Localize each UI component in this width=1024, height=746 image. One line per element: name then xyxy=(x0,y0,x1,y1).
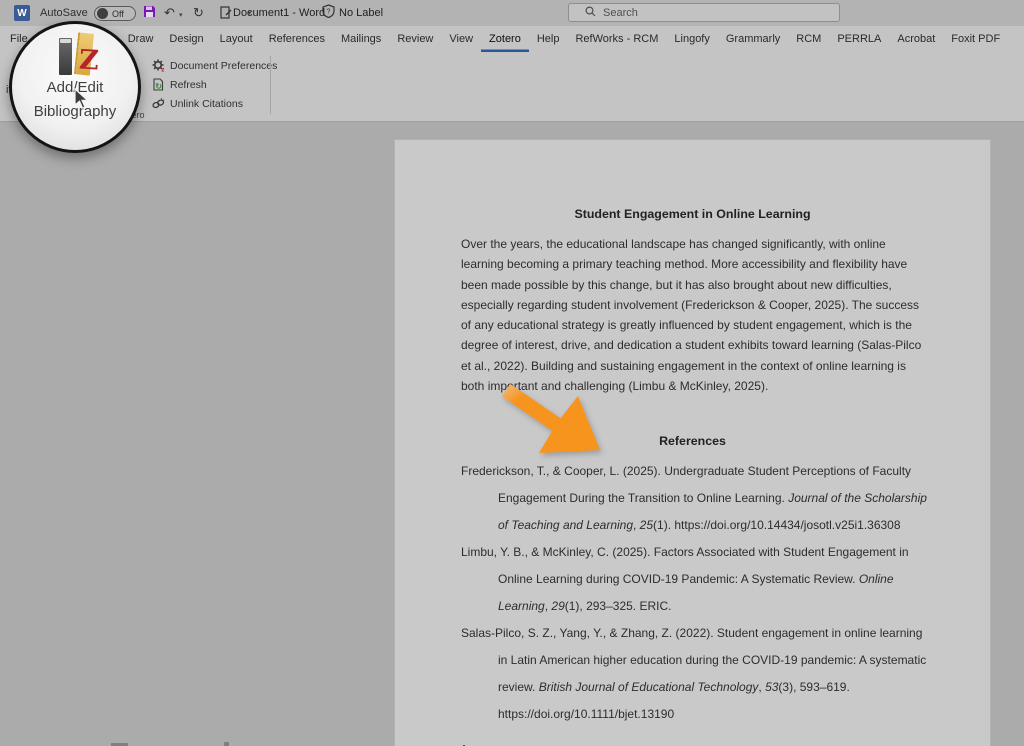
tab-rcm[interactable]: RCM xyxy=(788,26,829,52)
tab-mailings[interactable]: Mailings xyxy=(333,26,389,52)
undo-dropdown-icon[interactable]: ▾ xyxy=(179,11,183,19)
tab-zotero[interactable]: Zotero xyxy=(481,26,529,52)
tab-acrobat[interactable]: Acrobat xyxy=(889,26,943,52)
autosave-label: AutoSave xyxy=(40,7,88,19)
body-paragraph: Over the years, the educational landscap… xyxy=(461,234,931,396)
mouse-cursor-icon xyxy=(74,88,90,115)
sensitivity-label: No Label xyxy=(339,7,383,19)
tab-foxit-pdf[interactable]: Foxit PDF xyxy=(943,26,1008,52)
zotero-item-label: Unlink Citations xyxy=(170,98,243,110)
tab-refworks-rcm[interactable]: RefWorks - RCM xyxy=(567,26,666,52)
zotero-item-refresh[interactable]: ↻ Refresh xyxy=(152,75,277,94)
zotero-z-glyph: Z xyxy=(78,45,99,77)
search-icon xyxy=(585,4,596,22)
references-heading: References xyxy=(395,434,990,448)
tab-lingofy[interactable]: Lingofy xyxy=(666,26,717,52)
ribbon-body: it tero zDocument Preferences↻RefreshUnl… xyxy=(0,52,1024,122)
annotation-arrow xyxy=(494,380,612,464)
svg-text:↻: ↻ xyxy=(155,82,162,91)
title-bar: W AutoSave Off ↶ ▾ ↻ ▾ Document1 - Word … xyxy=(0,0,1024,26)
cropped-artifact xyxy=(224,742,229,746)
autosave-state: Off xyxy=(112,9,124,19)
document-title: Document1 - Word xyxy=(233,7,325,19)
redo-icon[interactable]: ↻ xyxy=(193,4,204,21)
search-placeholder: Search xyxy=(603,7,638,19)
document-canvas: Student Engagement in Online Learning Ov… xyxy=(0,123,1024,746)
tab-view[interactable]: View xyxy=(441,26,481,52)
ribbon-tab-row: FileDrawDesignLayoutReferencesMailingsRe… xyxy=(0,26,1024,52)
ribbon-group-divider xyxy=(270,56,271,114)
shield-icon: ? xyxy=(322,4,335,21)
zotero-ribbon-group: z Document Preferences ↻ Refresh Unlink Cita… xyxy=(152,56,277,113)
reference-entry: Frederickson, T., & Cooper, L. (2025). U… xyxy=(461,458,929,539)
svg-text:?: ? xyxy=(327,9,331,16)
reference-entry: Salas-Pilco, S. Z., Yang, Y., & Zhang, Z… xyxy=(461,620,929,728)
tab-review[interactable]: Review xyxy=(389,26,441,52)
word-app-icon: W xyxy=(14,5,30,21)
document-heading: Student Engagement in Online Learning xyxy=(395,207,990,221)
gear-z-icon: z xyxy=(152,59,165,72)
search-input[interactable]: Search xyxy=(568,3,840,22)
spotlight-circle: Z Add/Edit Bibliography xyxy=(9,21,141,153)
sensitivity-badge[interactable]: ? No Label xyxy=(322,4,383,21)
zotero-item-label: Document Preferences xyxy=(170,60,277,72)
reference-entry: Limbu, Y. B., & McKinley, C. (2025). Fac… xyxy=(461,539,929,620)
tab-perrla[interactable]: PERRLA xyxy=(829,26,889,52)
toggle-knob-icon xyxy=(97,8,108,19)
tab-grammarly[interactable]: Grammarly xyxy=(718,26,788,52)
svg-text:z: z xyxy=(161,67,165,73)
undo-icon[interactable]: ↶ xyxy=(164,4,175,21)
word-window: W AutoSave Off ↶ ▾ ↻ ▾ Document1 - Word … xyxy=(0,0,1024,746)
refresh-doc-icon: ↻ xyxy=(152,78,165,91)
tab-layout[interactable]: Layout xyxy=(212,26,261,52)
references-list: Frederickson, T., & Cooper, L. (2025). U… xyxy=(461,458,929,728)
zotero-books-icon: Z xyxy=(53,32,105,78)
save-icon[interactable] xyxy=(143,5,156,22)
zotero-item-label: Refresh xyxy=(170,79,207,91)
autosave-toggle[interactable]: Off xyxy=(94,6,136,21)
zotero-item-unlink-citations[interactable]: Unlink Citations xyxy=(152,94,277,113)
tab-references[interactable]: References xyxy=(261,26,333,52)
touch-mode-icon[interactable] xyxy=(220,6,232,24)
unlink-icon xyxy=(152,97,165,110)
document-page[interactable]: Student Engagement in Online Learning Ov… xyxy=(395,140,990,746)
zotero-item-document-preferences[interactable]: z Document Preferences xyxy=(152,56,277,75)
tab-design[interactable]: Design xyxy=(161,26,211,52)
tab-help[interactable]: Help xyxy=(529,26,568,52)
